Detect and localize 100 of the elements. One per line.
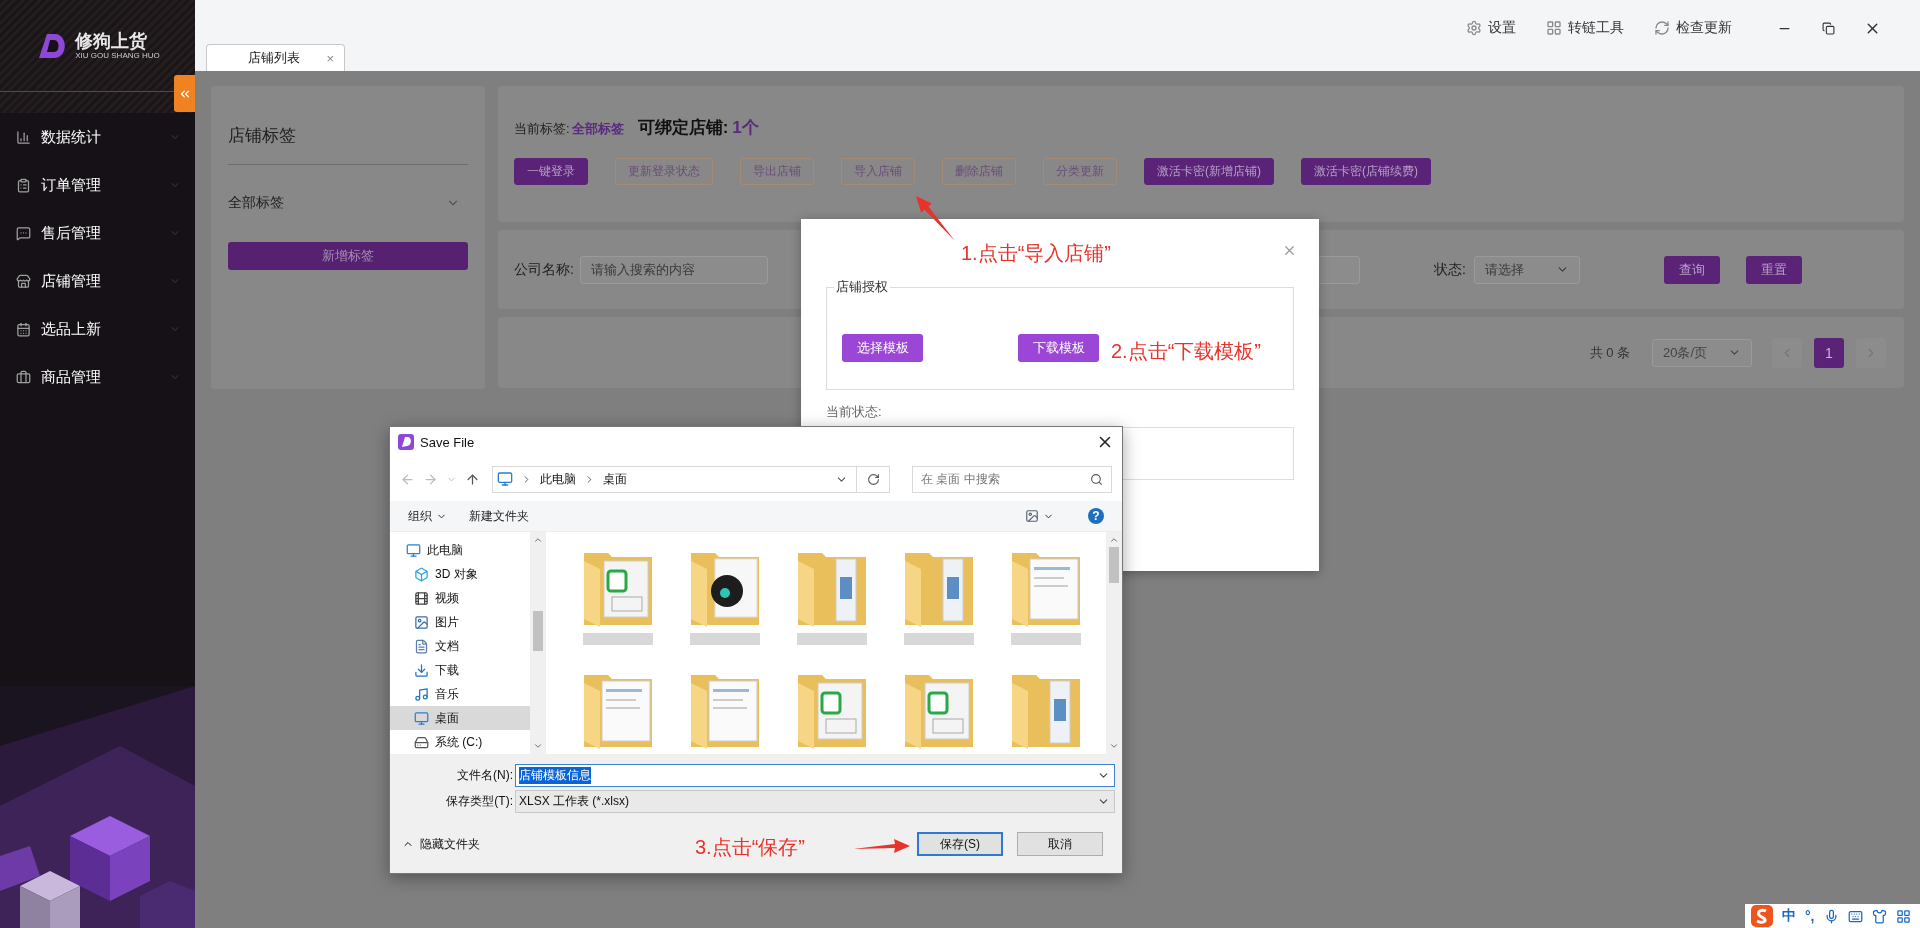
menu-item[interactable]: 数据统计 <box>0 113 195 161</box>
status-label: 当前状态: <box>826 403 882 421</box>
scroll-thumb[interactable] <box>533 611 543 651</box>
file-type-select[interactable]: XLSX 工作表 (*.xlsx) <box>515 790 1115 813</box>
annotation: 1.点击“导入店铺” <box>961 241 1111 266</box>
shirt-icon[interactable] <box>1871 908 1887 924</box>
menu-icon <box>16 225 31 241</box>
address-bar[interactable]: 此电脑 桌面 <box>492 465 890 493</box>
group-title: 店铺授权 <box>835 278 889 296</box>
toolbar-label: 检查更新 <box>1676 19 1732 37</box>
ime-mode[interactable]: 中 <box>1782 907 1796 925</box>
tree-item[interactable]: 此电脑 <box>390 538 530 562</box>
menu-icon <box>16 177 31 193</box>
scroll-up-icon[interactable] <box>533 535 543 545</box>
total-count: 共 0 条 <box>1589 343 1630 362</box>
scroll-thumb[interactable] <box>1109 547 1119 583</box>
blurred-label <box>903 633 974 645</box>
action-button[interactable]: 一键登录 <box>514 158 588 185</box>
menu-item[interactable]: 售后管理 <box>0 209 195 257</box>
up-icon[interactable] <box>465 471 480 487</box>
tree-item[interactable]: 图片 <box>390 610 530 634</box>
template-button[interactable]: 下载模板 <box>1018 333 1099 362</box>
dialog-title: Save File <box>420 434 476 450</box>
breadcrumb[interactable]: 桌面 <box>603 470 627 488</box>
microphone-icon[interactable] <box>1823 908 1839 924</box>
logo-name: 修狗上货 <box>75 30 148 51</box>
menu-icon <box>16 369 31 385</box>
tree-item[interactable]: 下载 <box>390 658 530 682</box>
search-icon <box>1090 472 1103 486</box>
new-folder-button[interactable]: 新建文件夹 <box>469 507 529 525</box>
menu-item[interactable]: 订单管理 <box>0 161 195 209</box>
refresh-icon[interactable] <box>866 472 880 486</box>
menu-item[interactable]: 选品上新 <box>0 305 195 353</box>
tab[interactable]: 店铺列表 × <box>206 44 345 71</box>
action-button[interactable]: 激活卡密(新增店铺) <box>1144 158 1274 185</box>
toolbar-label: 设置 <box>1488 19 1516 37</box>
panel-title: 店铺标签 <box>228 125 296 147</box>
help-button[interactable]: ? <box>1088 508 1104 524</box>
annotation: 3.点击“保存” <box>695 835 805 860</box>
field-label: 文件名(N): <box>456 767 514 784</box>
hide-folders-toggle[interactable]: 隐藏文件夹 <box>402 835 480 853</box>
scroll-down-icon[interactable] <box>1109 741 1119 751</box>
collapse-button[interactable] <box>174 75 195 112</box>
app-icon <box>398 434 414 450</box>
drive-icon <box>414 734 429 750</box>
tree-item[interactable]: 系统 (C:) <box>390 730 530 754</box>
tree-item[interactable]: 音乐 <box>390 682 530 706</box>
menu-item[interactable]: 店铺管理 <box>0 257 195 305</box>
tree-item[interactable]: 3D 对象 <box>390 562 530 586</box>
tag-option[interactable]: 全部标签 <box>228 194 284 212</box>
input-field[interactable]: 请输入搜索的内容 <box>579 255 768 284</box>
close-icon[interactable]: × <box>326 50 334 66</box>
current-tag: 全部标签 <box>571 120 624 138</box>
breadcrumb[interactable]: 此电脑 <box>540 470 576 488</box>
ime-punctuation[interactable]: °, <box>1805 908 1815 924</box>
reset-button[interactable]: 重置 <box>1745 255 1802 284</box>
menu-icon <box>16 273 31 289</box>
grid-icon[interactable] <box>1895 908 1911 924</box>
blurred-label <box>796 633 867 645</box>
restore-icon[interactable] <box>1821 21 1835 35</box>
refresh-icon <box>1654 20 1670 36</box>
status-select[interactable]: 请选择 <box>1473 255 1580 284</box>
download-icon <box>414 662 429 678</box>
cube-icon <box>414 566 429 582</box>
blurred-label <box>582 633 653 645</box>
bindable-label: 可绑定店铺: <box>637 117 729 139</box>
menu-icon <box>16 129 31 145</box>
bindable-count: 1个 <box>732 117 759 139</box>
gear-icon <box>1466 20 1482 36</box>
back-icon[interactable] <box>400 471 415 487</box>
monitor-icon <box>414 710 429 726</box>
search-field[interactable]: 在 桌面 中搜索 <box>912 465 1112 493</box>
menu-item[interactable]: 商品管理 <box>0 353 195 401</box>
page-button[interactable]: 1 <box>1814 337 1844 368</box>
keyboard-icon[interactable] <box>1847 908 1863 924</box>
field-label: 公司名称: <box>514 260 574 279</box>
scrollbar[interactable] <box>530 532 546 754</box>
scroll-up-icon[interactable] <box>1109 535 1119 545</box>
computer-icon <box>497 471 513 487</box>
action-button[interactable]: 激活卡密(店铺续费) <box>1301 158 1431 185</box>
ime-logo-icon[interactable] <box>1751 905 1773 927</box>
field-label: 保存类型(T): <box>445 793 514 810</box>
menu-icon <box>16 321 31 337</box>
query-button[interactable]: 查询 <box>1663 255 1720 284</box>
organize-menu[interactable]: 组织 <box>408 507 447 525</box>
tree-item[interactable]: 文档 <box>390 634 530 658</box>
add-tag-button[interactable]: 新增标签 <box>228 242 468 270</box>
view-icon[interactable] <box>1025 509 1039 523</box>
grid-icon <box>1546 20 1562 36</box>
scrollbar[interactable] <box>1106 532 1122 754</box>
field-label: 状态: <box>1433 260 1466 279</box>
file-name-field[interactable]: 店铺模板信息 <box>515 764 1115 787</box>
tree-item[interactable]: 视频 <box>390 586 530 610</box>
scroll-down-icon[interactable] <box>533 741 543 751</box>
blurred-label <box>689 633 760 645</box>
template-button[interactable]: 选择模板 <box>842 333 923 362</box>
forward-icon[interactable] <box>423 471 438 487</box>
dialog-button[interactable]: 保存(S) <box>917 832 1003 856</box>
dialog-button[interactable]: 取消 <box>1017 832 1103 856</box>
tree-item[interactable]: 桌面 <box>390 706 530 730</box>
